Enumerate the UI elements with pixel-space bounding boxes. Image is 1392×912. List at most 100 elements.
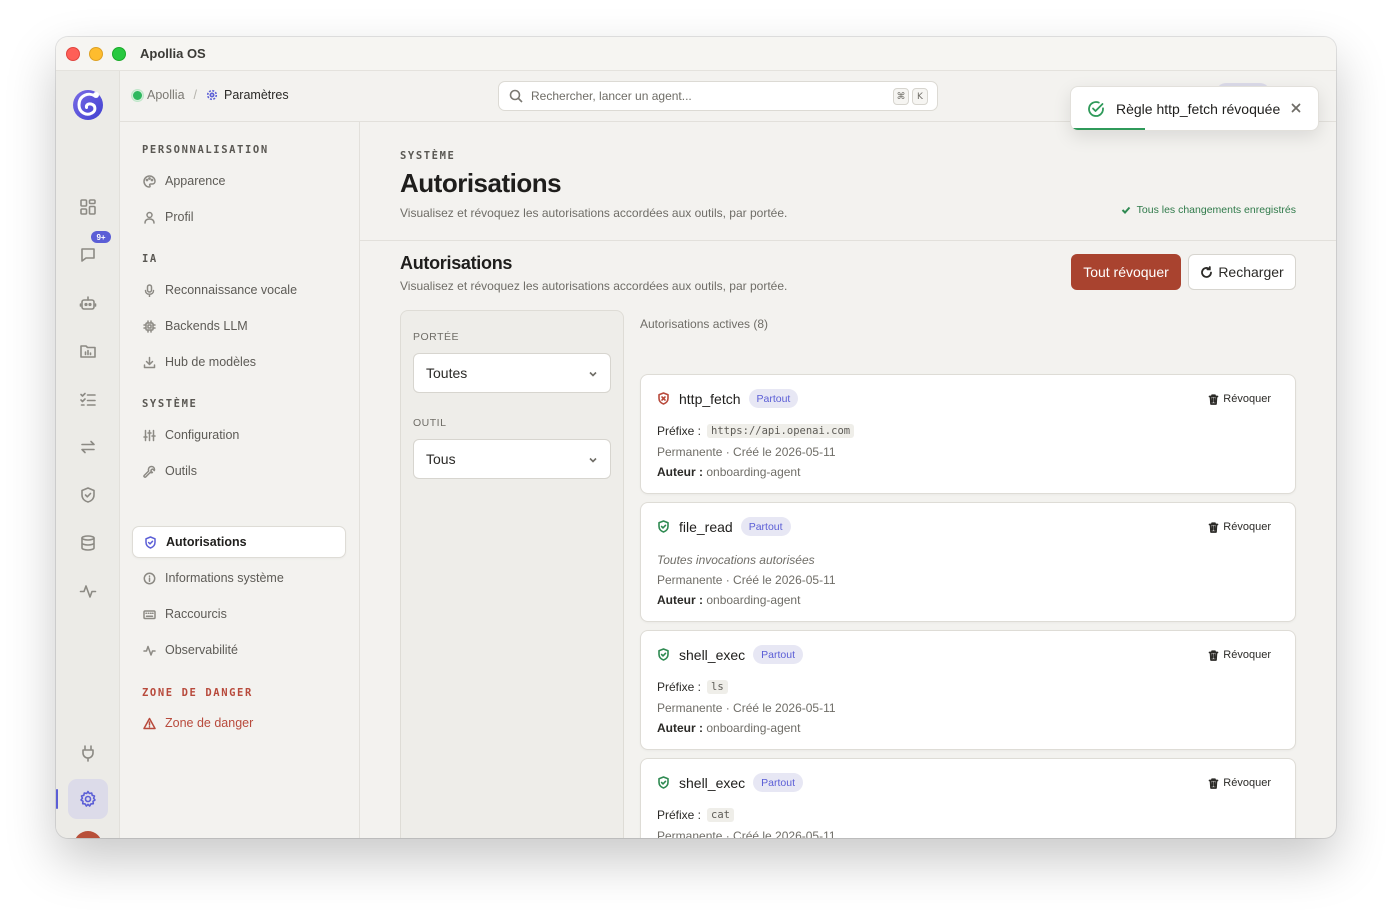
reload-label: Recharger bbox=[1218, 264, 1284, 280]
toast-message: Règle http_fetch révoquée bbox=[1116, 100, 1281, 117]
close-icon bbox=[1291, 103, 1301, 113]
revoke-label: Révoquer bbox=[1223, 521, 1271, 533]
permission-tool-name: shell_exec bbox=[679, 646, 746, 663]
revoke-button[interactable]: Révoquer bbox=[1208, 777, 1271, 789]
kbd-cmd: ⌘ bbox=[893, 88, 909, 105]
scope-filter-label: PORTÉE bbox=[413, 331, 459, 343]
prefix-label: Préfixe : bbox=[657, 424, 702, 438]
page-title: Autorisations bbox=[400, 168, 562, 198]
tool-select[interactable]: Tous bbox=[413, 439, 611, 479]
sidebar-item-label: Raccourcis bbox=[165, 607, 227, 621]
sidebar-item-backends-llm[interactable]: Backends LLM bbox=[132, 310, 346, 342]
trash-icon bbox=[1208, 777, 1219, 789]
palette-icon bbox=[143, 174, 156, 188]
permission-tool-name: http_fetch bbox=[679, 390, 741, 407]
plug-icon[interactable] bbox=[76, 741, 100, 765]
search-input[interactable] bbox=[531, 89, 871, 103]
sidebar-item-apparence[interactable]: Apparence bbox=[132, 165, 346, 197]
check-icon bbox=[1121, 206, 1130, 214]
author-value: onboarding-agent bbox=[706, 465, 801, 479]
checklist-icon[interactable] bbox=[76, 387, 100, 411]
toast-close-button[interactable] bbox=[1290, 102, 1302, 114]
sidebar-item-zone-de-danger[interactable]: Zone de danger bbox=[132, 707, 346, 739]
scope-select[interactable]: Toutes bbox=[413, 353, 611, 393]
scope-select-value: Toutes bbox=[426, 365, 468, 381]
gear-icon[interactable] bbox=[76, 787, 100, 811]
dashboard-icon[interactable] bbox=[76, 195, 100, 219]
sidebar-item-informations-systeme[interactable]: Informations système bbox=[132, 562, 346, 594]
main-content: SYSTÈME Autorisations Visualisez et révo… bbox=[360, 122, 1336, 838]
shield-icon[interactable] bbox=[76, 483, 100, 507]
search-bar[interactable]: ⌘ K bbox=[498, 81, 938, 111]
breadcrumb-separator: / bbox=[193, 88, 198, 102]
permission-meta: Permanente · Créé le 2026-05-11 bbox=[657, 573, 836, 587]
sidebar-item-label: Autorisations bbox=[166, 535, 247, 549]
sidebar-item-label: Reconnaissance vocale bbox=[165, 283, 298, 297]
prefix-label: Préfixe : bbox=[657, 680, 702, 694]
revoke-label: Révoquer bbox=[1223, 777, 1271, 789]
status-dot-icon bbox=[132, 89, 143, 101]
sidebar-item-profil[interactable]: Profil bbox=[132, 201, 346, 233]
folder-chart-icon[interactable] bbox=[76, 339, 100, 363]
search-icon bbox=[509, 89, 523, 103]
breadcrumb: Apollia / Paramètres bbox=[132, 88, 289, 102]
user-icon bbox=[144, 211, 155, 224]
gear-icon bbox=[206, 89, 218, 101]
shield-check-icon bbox=[658, 648, 669, 661]
sidebar-item-configuration[interactable]: Configuration bbox=[132, 419, 346, 451]
prefix-value: https://api.openai.com bbox=[707, 424, 855, 438]
shield-check-icon bbox=[658, 776, 669, 789]
shield-check-icon bbox=[658, 520, 669, 533]
wrench-icon bbox=[143, 465, 156, 478]
revoke-button[interactable]: Révoquer bbox=[1208, 521, 1271, 533]
minimize-window-button[interactable] bbox=[89, 47, 103, 61]
permission-author: Auteur : onboarding-agent bbox=[657, 593, 800, 607]
sidebar-item-autorisations[interactable]: Autorisations bbox=[132, 526, 346, 558]
user-avatar[interactable]: NZ bbox=[74, 831, 102, 838]
maximize-window-button[interactable] bbox=[112, 47, 126, 61]
icon-rail: 9+ NZ bbox=[56, 71, 120, 838]
unread-badge: 9+ bbox=[91, 231, 111, 243]
sidebar-item-hub-de-modeles[interactable]: Hub de modèles bbox=[132, 346, 346, 378]
revoke-button[interactable]: Révoquer bbox=[1208, 649, 1271, 661]
reload-button[interactable]: Recharger bbox=[1188, 254, 1296, 290]
chevron-down-icon bbox=[589, 371, 597, 377]
breadcrumb-root[interactable]: Apollia bbox=[147, 88, 185, 102]
sync-icon[interactable] bbox=[76, 435, 100, 459]
sidebar-item-outils[interactable]: Outils bbox=[132, 455, 346, 487]
database-icon[interactable] bbox=[76, 531, 100, 555]
sidebar-item-label: Hub de modèles bbox=[165, 355, 257, 369]
mic-icon bbox=[144, 283, 155, 297]
sidebar-item-label: Zone de danger bbox=[165, 716, 254, 730]
activity-icon bbox=[143, 645, 156, 656]
download-icon bbox=[143, 356, 156, 368]
refresh-icon bbox=[1201, 265, 1213, 278]
bot-icon[interactable] bbox=[76, 291, 100, 315]
chip-icon bbox=[143, 319, 156, 333]
activity-icon[interactable] bbox=[76, 579, 100, 603]
revoke-label: Révoquer bbox=[1223, 393, 1271, 405]
sidebar-item-raccourcis[interactable]: Raccourcis bbox=[132, 598, 346, 630]
sidebar-item-label: Apparence bbox=[165, 174, 226, 188]
breadcrumb-current: Paramètres bbox=[224, 88, 289, 102]
revoke-button[interactable]: Révoquer bbox=[1208, 393, 1271, 405]
permission-card: file_read Partout Révoquer Toutes invoca… bbox=[640, 502, 1296, 622]
chat-icon[interactable] bbox=[76, 243, 100, 267]
settings-sidebar: PERSONNALISATION Apparence Profil IA Rec… bbox=[120, 122, 360, 838]
author-value: onboarding-agent bbox=[706, 721, 801, 735]
permission-note: Toutes invocations autorisées bbox=[657, 553, 815, 567]
close-window-button[interactable] bbox=[66, 47, 80, 61]
sidebar-item-label: Informations système bbox=[165, 571, 284, 585]
sidebar-item-label: Profil bbox=[165, 210, 194, 224]
sidebar-item-reconnaissance-vocale[interactable]: Reconnaissance vocale bbox=[132, 274, 346, 306]
permission-card: shell_exec Partout Révoquer Préfixe : ls… bbox=[640, 630, 1296, 750]
permission-tool-name: file_read bbox=[679, 518, 733, 535]
revoke-all-button[interactable]: Tout révoquer bbox=[1071, 254, 1181, 290]
trash-icon bbox=[1208, 521, 1219, 533]
page-description: Visualisez et révoquez les autorisations… bbox=[400, 206, 788, 220]
prefix-value: cat bbox=[707, 808, 734, 822]
sidebar-item-observabilite[interactable]: Observabilité bbox=[132, 634, 346, 666]
section-description: Visualisez et révoquez les autorisations… bbox=[400, 279, 788, 293]
apollia-logo-icon[interactable] bbox=[71, 87, 105, 121]
scope-badge: Partout bbox=[753, 773, 804, 792]
